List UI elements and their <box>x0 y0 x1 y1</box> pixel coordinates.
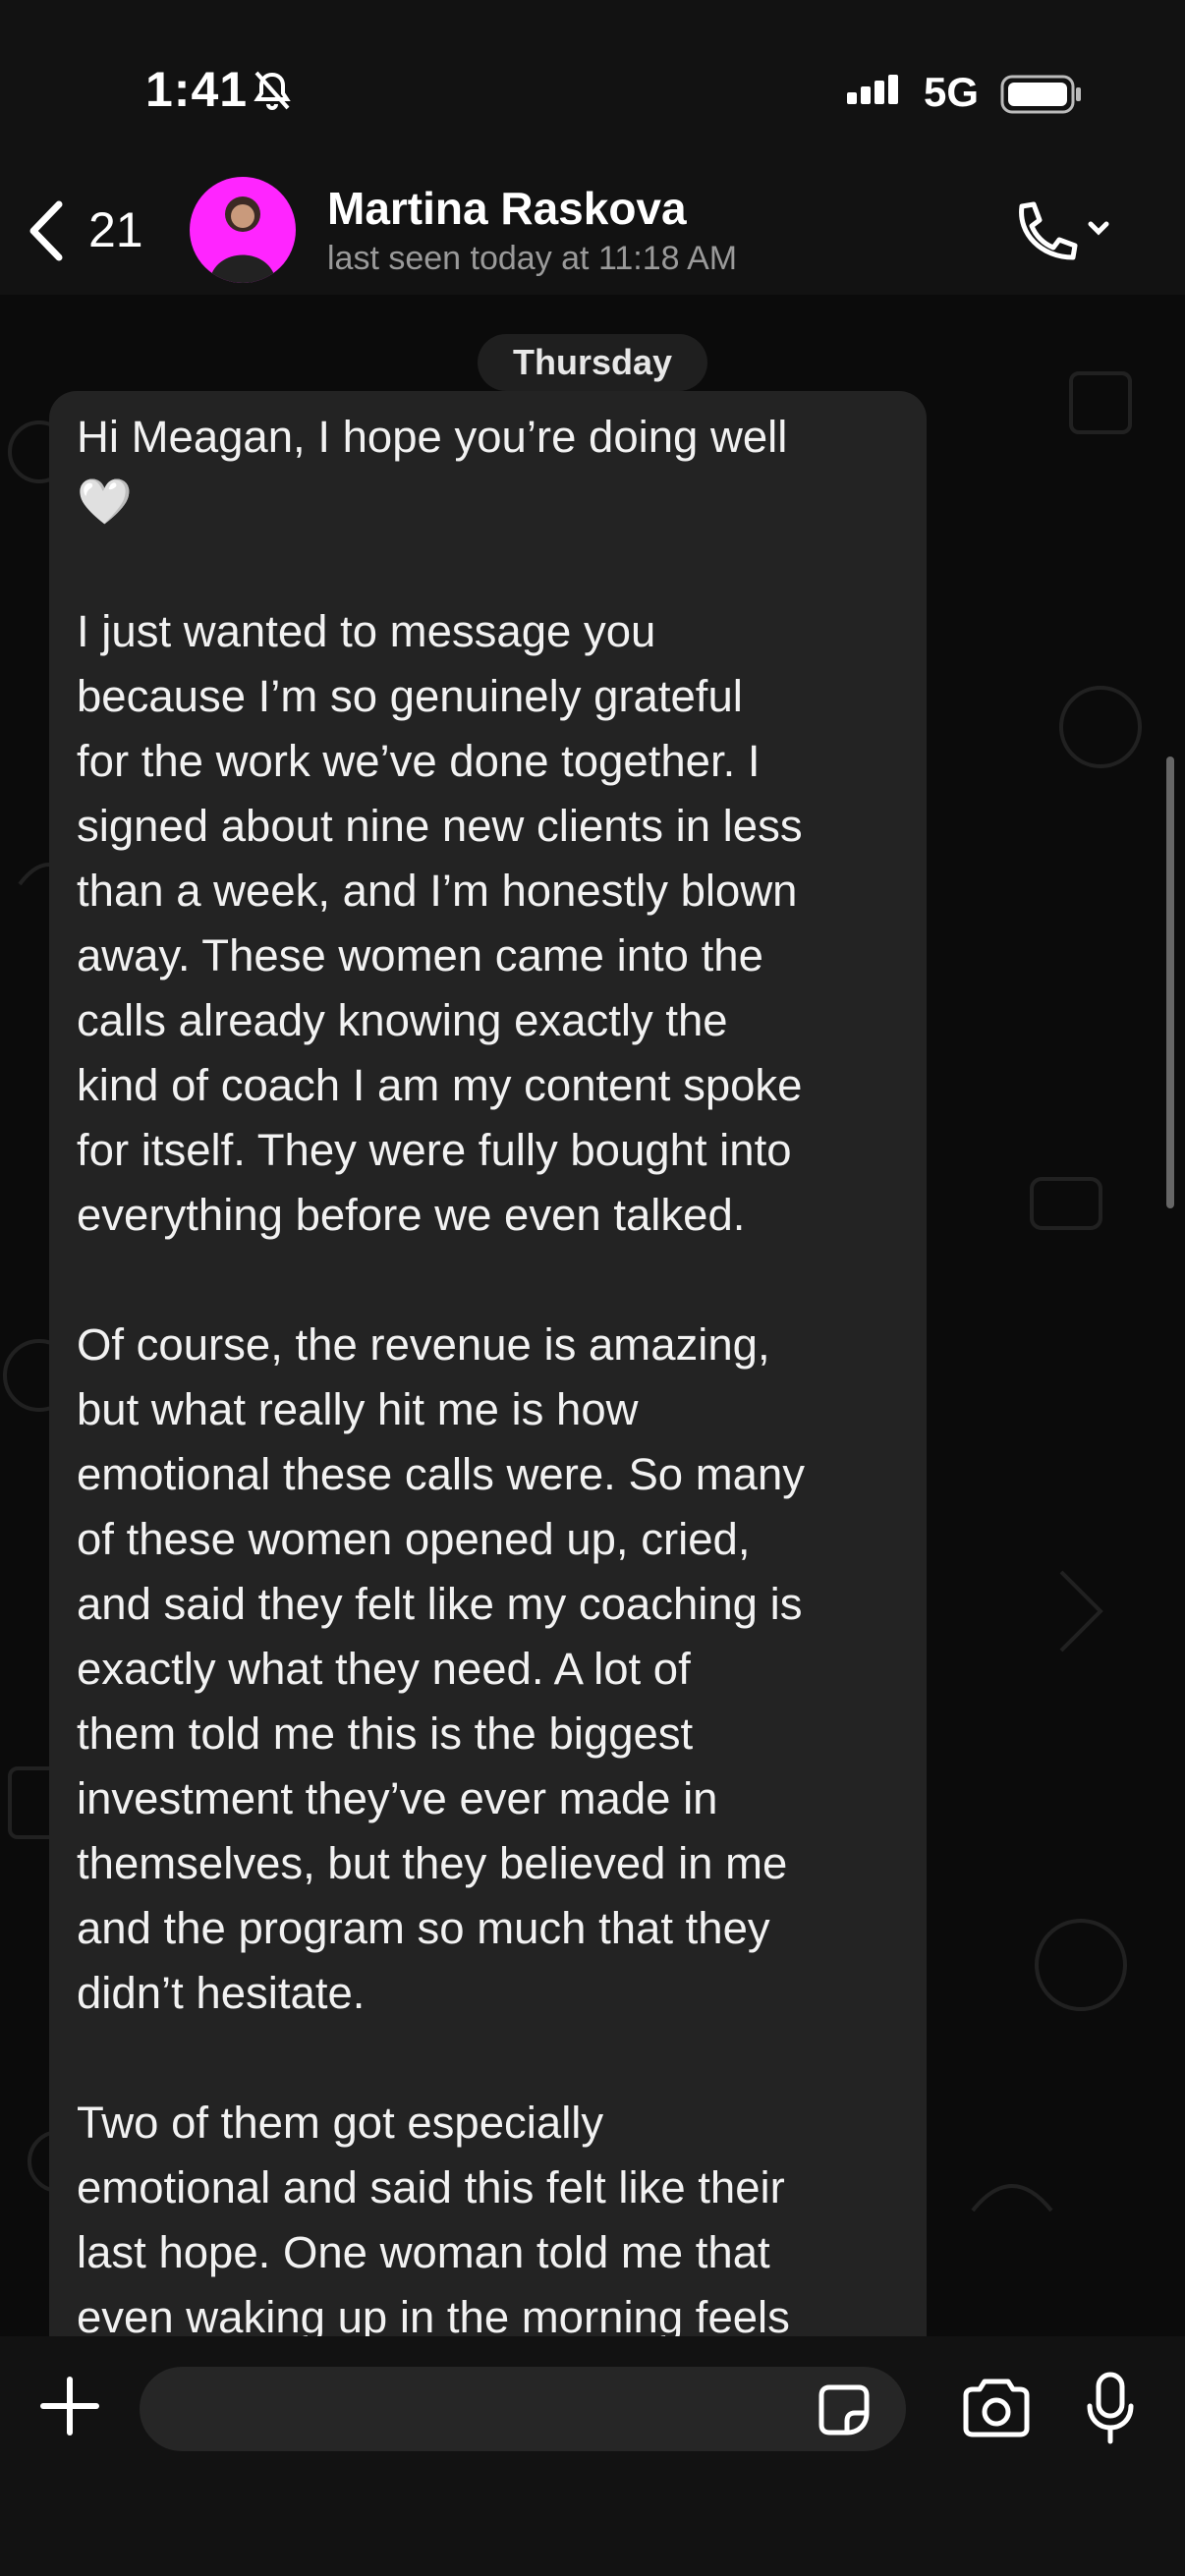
camera-icon[interactable] <box>958 2376 1035 2440</box>
contact-name[interactable]: Martina Raskova <box>327 182 687 235</box>
network-label: 5G <box>924 69 980 115</box>
chevron-down-icon <box>1088 221 1109 236</box>
phone-icon[interactable] <box>1008 196 1116 265</box>
scrollbar[interactable] <box>1166 756 1174 1208</box>
microphone-icon[interactable] <box>1084 2371 1137 2447</box>
sticker-icon[interactable] <box>816 2381 873 2438</box>
signal-icon <box>847 75 898 104</box>
unread-count[interactable]: 21 <box>88 201 143 258</box>
message-text: Hi Meagan, I hope you’re doing well 🤍 I … <box>77 412 805 2336</box>
back-chevron-icon[interactable] <box>22 196 71 265</box>
bell-slash-icon <box>254 71 291 110</box>
day-separator: Thursday <box>478 334 707 391</box>
last-seen: last seen today at 11:18 AM <box>327 240 738 277</box>
chat-area[interactable]: Thursday Hi Meagan, I hope you’re doing … <box>0 295 1185 2336</box>
status-time: 1:41 <box>145 62 249 117</box>
battery-icon <box>1000 75 1081 114</box>
message-input[interactable] <box>140 2367 906 2451</box>
plus-icon[interactable] <box>39 2376 100 2436</box>
avatar[interactable] <box>190 177 296 283</box>
